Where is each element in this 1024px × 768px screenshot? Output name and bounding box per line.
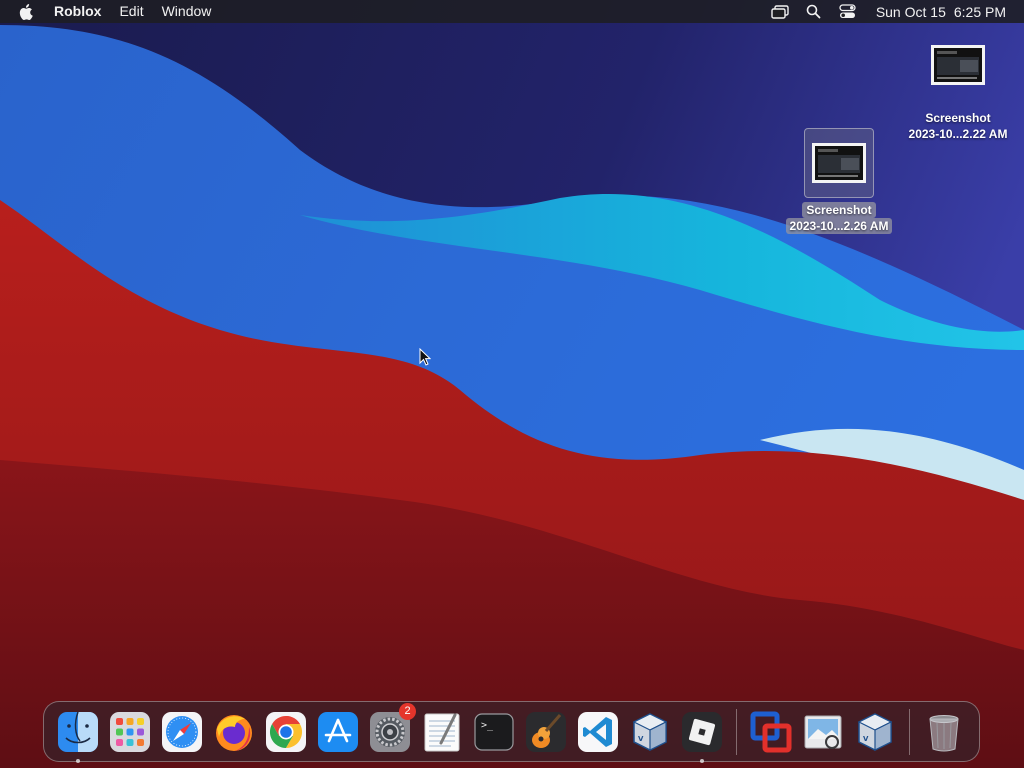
menu-bar-status-area: Sun Oct 15 6:25 PM <box>756 0 1006 23</box>
file-thumbnail <box>927 41 989 89</box>
menu-bar-clock[interactable]: Sun Oct 15 6:25 PM <box>876 4 1006 20</box>
dock-preview[interactable] <box>801 710 845 754</box>
preview-icon <box>804 715 842 749</box>
screenshot-thumbnail-icon <box>931 45 985 85</box>
file-name-line1: Screenshot <box>925 111 991 125</box>
control-center-icon[interactable] <box>838 3 858 21</box>
dock-app-store[interactable] <box>316 710 360 754</box>
desktop-file-screenshot-1[interactable]: Screenshot 2023-10...2.22 AM <box>888 41 1024 142</box>
clock-date: Sun Oct 15 <box>875 3 946 20</box>
dock-trash[interactable] <box>922 710 966 754</box>
parallels-icon <box>750 711 792 752</box>
menu-app-name[interactable]: Roblox <box>52 0 110 23</box>
spotlight-search-icon[interactable] <box>804 3 824 21</box>
roblox-icon <box>682 711 722 752</box>
chrome-icon <box>266 711 306 752</box>
firefox-icon <box>216 714 252 751</box>
menu-window[interactable]: Window <box>153 0 221 23</box>
launchpad-icon <box>110 711 150 752</box>
menu-bar: Roblox Edit Window Sun Oct 15 6:25 PM <box>0 0 1024 23</box>
running-indicator <box>700 758 704 763</box>
screenshot-thumbnail-icon <box>812 143 866 183</box>
file-name: Screenshot 2023-10...2.26 AM <box>769 202 909 234</box>
trash-icon <box>929 714 959 751</box>
desktop-wallpaper <box>0 0 1024 768</box>
dock-separator <box>736 708 737 755</box>
app-store-icon <box>318 711 358 752</box>
dock-virtualbox[interactable]: V <box>628 710 672 754</box>
dock-system-settings[interactable]: 2 <box>368 702 416 754</box>
dock-vscode[interactable] <box>576 710 620 754</box>
textedit-icon <box>424 713 460 751</box>
garageband-icon <box>526 711 566 752</box>
menu-edit[interactable]: Edit <box>110 0 152 23</box>
dock-roblox[interactable] <box>680 710 724 763</box>
desktop-file-screenshot-2[interactable]: Screenshot 2023-10...2.26 AM <box>769 128 909 234</box>
dock-finder[interactable] <box>56 710 100 763</box>
dock-safari[interactable] <box>160 710 204 754</box>
svg-text:V: V <box>638 735 644 743</box>
clock-time: 6:25 PM <box>953 3 1006 20</box>
vscode-icon <box>578 711 618 752</box>
finder-icon <box>58 711 98 752</box>
dock-firefox[interactable] <box>212 710 256 754</box>
dock-launchpad[interactable] <box>108 710 152 754</box>
running-indicator <box>76 758 80 763</box>
virtualbox-icon: V <box>632 712 668 751</box>
file-thumbnail <box>804 128 874 198</box>
terminal-icon: >_ <box>474 712 514 751</box>
mouse-cursor-icon <box>419 348 431 366</box>
dock-terminal[interactable]: >_ <box>472 710 516 754</box>
svg-text:>_: >_ <box>481 720 494 731</box>
dock-parallels[interactable] <box>749 710 793 754</box>
screen-mirroring-icon[interactable] <box>770 3 790 21</box>
dock-virtualbox-recent[interactable]: V <box>853 710 897 754</box>
svg-text:V: V <box>863 735 869 743</box>
dock-separator <box>909 708 910 755</box>
virtualbox-icon: V <box>857 712 893 751</box>
notification-badge: 2 <box>399 702 416 720</box>
safari-icon <box>162 711 202 752</box>
dock-textedit[interactable] <box>420 710 464 754</box>
file-name-line2: 2023-10...2.26 AM <box>785 218 893 234</box>
dock: 2 >_ V V <box>43 701 980 763</box>
apple-logo-icon[interactable] <box>17 2 35 22</box>
dock-chrome[interactable] <box>264 710 308 754</box>
file-name-line1: Screenshot <box>802 202 876 218</box>
dock-garageband[interactable] <box>524 710 568 754</box>
